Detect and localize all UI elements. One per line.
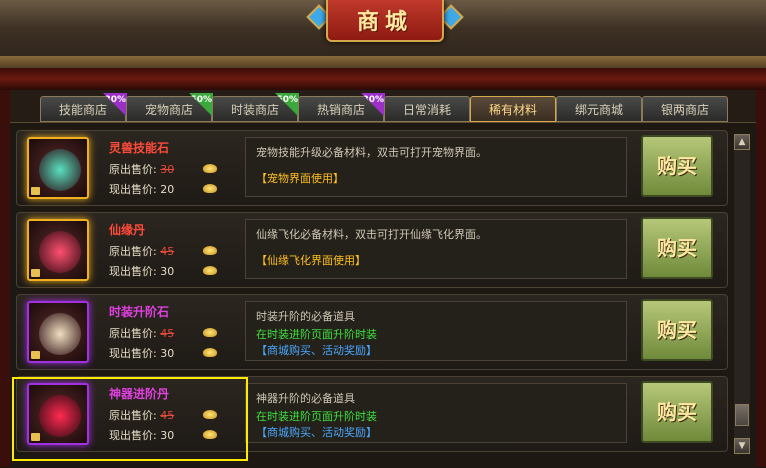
tab-4[interactable]: 热销商店 30% [298,93,385,122]
scroll-down-button[interactable]: ▼ [734,438,750,454]
original-price-row: 原出售价: 30 [109,161,174,177]
source-tag: 【仙缘飞化界面使用】 [256,254,366,267]
lock-icon [31,269,40,277]
current-price-label: 现出售价: [109,183,157,196]
tab-label: 日常消耗 [402,103,451,117]
original-price-value: 30 [160,163,175,176]
original-price-row: 原出售价: 45 [109,243,174,259]
tab-2[interactable]: 宠物商店 50% [126,93,213,122]
buy-button[interactable]: 购买 [641,381,713,443]
buy-button[interactable]: 购买 [641,135,713,197]
tab-8[interactable]: 银两商店 [642,96,728,122]
buy-button[interactable]: 购买 [641,217,713,279]
item-description: 时装升阶的必备道具 在时装进阶页面升阶时装 【商城购买、活动奖励】 [245,301,627,361]
window-frame-band [0,68,766,90]
frame-left [0,90,10,467]
tab-label: 时装商店 [230,103,279,117]
original-price-value: 45 [160,327,175,340]
source-tag: 【商城购买、活动奖励】 [256,344,377,357]
tab-label: 银两商店 [660,103,709,117]
item-description: 神器升阶的必备道具 在时装进阶页面升阶时装 【商城购买、活动奖励】 [245,383,627,443]
item-name: 灵兽技能石 [109,141,170,155]
current-price-value: 30 [160,265,175,278]
current-price-value: 20 [160,183,175,196]
item-icon-frame[interactable] [27,301,89,363]
tab-6[interactable]: 稀有材料 [470,96,556,122]
tab-1[interactable]: 技能商店 30% [40,93,127,122]
shop-item-row: 灵兽技能石 原出售价: 30 现出售价: 20 宠物技能升级必备材料，双击可打开… [16,130,728,206]
original-price-label: 原出售价: [109,163,157,176]
item-name: 时装升阶石 [109,305,170,319]
tab-label: 技能商店 [58,103,107,117]
gold-ingot-icon [203,266,217,275]
gold-ingot-icon [203,328,217,337]
current-price-row: 现出售价: 30 [109,263,174,279]
shop-item-row: 仙缘丹 原出售价: 45 现出售价: 30 仙缘飞化必备材料，双击可打开仙缘飞化… [16,212,728,288]
scrollbar[interactable]: ▲ ▼ [734,134,750,454]
tab-label: 热销商店 [316,103,365,117]
scroll-up-button[interactable]: ▲ [734,134,750,150]
usage-hint: 在时装进阶页面升阶时装 [256,410,377,423]
current-price-value: 30 [160,347,175,360]
current-price-label: 现出售价: [109,265,157,278]
item-icon-frame[interactable] [27,219,89,281]
item-description: 仙缘飞化必备材料，双击可打开仙缘飞化界面。 【仙缘飞化界面使用】 [245,219,627,279]
current-price-label: 现出售价: [109,347,157,360]
current-price-row: 现出售价: 30 [109,345,174,361]
source-tag: 【商城购买、活动奖励】 [256,426,377,439]
lock-icon [31,187,40,195]
lock-icon [31,351,40,359]
tab-5[interactable]: 日常消耗 [384,96,470,122]
item-description: 宠物技能升级必备材料，双击可打开宠物界面。 【宠物界面使用】 [245,137,627,197]
gold-ingot-icon [203,246,217,255]
window-title: 商城 [356,9,413,35]
description-text: 时装升阶的必备道具 [256,310,355,323]
buy-button[interactable]: 购买 [641,299,713,361]
tab-label: 宠物商店 [144,103,193,117]
original-price-value: 45 [160,245,175,258]
gold-ingot-icon [203,184,217,193]
tab-label: 绑元商城 [574,103,623,117]
source-tag: 【宠物界面使用】 [256,172,344,185]
shop-item-row: 时装升阶石 原出售价: 45 现出售价: 30 时装升阶的必备道具 在时装进阶页… [16,294,728,370]
spirit-stone-icon [39,149,81,191]
fashion-stone-icon [39,313,81,355]
description-text: 神器升阶的必备道具 [256,392,355,405]
description-text: 仙缘飞化必备材料，双击可打开仙缘飞化界面。 [256,228,487,241]
tab-7[interactable]: 绑元商城 [556,96,642,122]
scroll-thumb[interactable] [735,404,749,426]
usage-hint: 在时装进阶页面升阶时装 [256,328,377,341]
gold-ingot-icon [203,348,217,357]
gold-ingot-icon [203,164,217,173]
description-text: 宠物技能升级必备材料，双击可打开宠物界面。 [256,146,487,159]
selection-highlight [12,377,248,461]
title-plate: 商城 [326,0,444,42]
tab-label: 稀有材料 [488,103,537,117]
original-price-row: 原出售价: 45 [109,325,174,341]
original-price-label: 原出售价: [109,245,157,258]
item-name: 仙缘丹 [109,223,146,237]
frame-right [756,90,766,467]
immortal-pill-icon [39,231,81,273]
item-icon-frame[interactable] [27,137,89,199]
original-price-label: 原出售价: [109,327,157,340]
current-price-row: 现出售价: 20 [109,181,174,197]
tab-3[interactable]: 时装商店 50% [212,93,299,122]
